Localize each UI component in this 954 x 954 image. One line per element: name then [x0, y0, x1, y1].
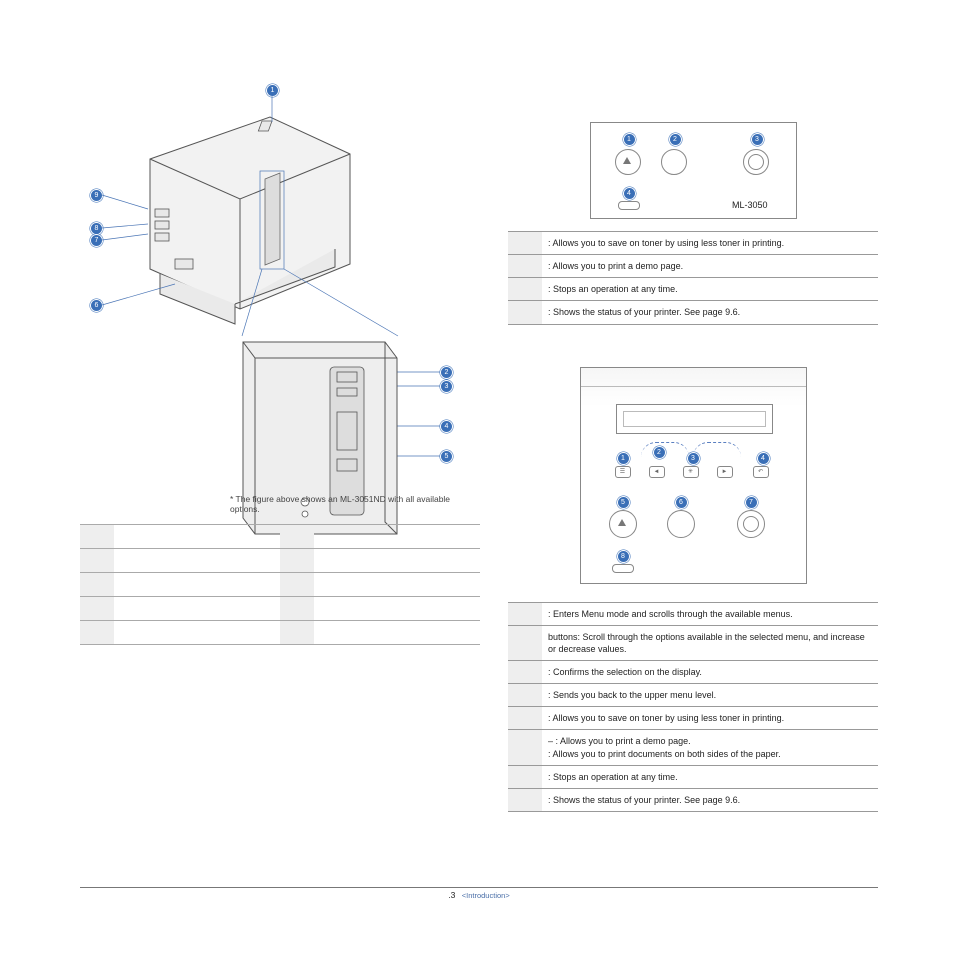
- rear-parts-table: [80, 524, 480, 645]
- status-led-icon: [612, 564, 634, 573]
- table-row: [80, 549, 480, 573]
- stop-button-icon: [743, 149, 769, 175]
- panel1-callout-4: 4: [623, 187, 636, 200]
- control-panel-ml3051: 1 2 3 4 5 6 7 8 ☰ ◄ ✳ ► ↶: [580, 367, 807, 584]
- zoom-callout-4: 4: [440, 420, 453, 433]
- table-row: : Confirms the selection on the display.: [508, 660, 878, 683]
- stop-button-icon: [737, 510, 765, 538]
- panel2-callout-8: 8: [617, 550, 630, 563]
- rear-view-diagram: 1 9 8 7 6: [80, 74, 470, 514]
- table-row: [80, 621, 480, 645]
- ok-button-icon: ✳: [683, 466, 699, 478]
- panel2-callout-5: 5: [617, 496, 630, 509]
- panel2-callout-4: 4: [757, 452, 770, 465]
- table-row: [80, 525, 480, 549]
- table-row: buttons: Scroll through the options avai…: [508, 625, 878, 660]
- section-label: <Introduction>: [462, 891, 510, 900]
- table-row: : Allows you to save on toner by using l…: [508, 232, 878, 255]
- toner-save-button-icon: [615, 149, 641, 175]
- left-column: 1 9 8 7 6: [80, 74, 470, 514]
- control-panel-ml3050: 1 2 3 4 ML-3050: [590, 122, 797, 219]
- scroll-right-button-icon: ►: [717, 466, 733, 478]
- manual-page: 1 9 8 7 6: [0, 0, 954, 954]
- table-row: : Allows you to save on toner by using l…: [508, 707, 878, 730]
- model-label: ML-3050: [732, 200, 768, 210]
- nav-arc-right: [693, 442, 741, 457]
- status-led-icon: [618, 201, 640, 210]
- table-row: – : Allows you to print a demo page. : A…: [508, 730, 878, 765]
- diagram-caption: The figure above shows an ML-3051ND with…: [230, 494, 460, 514]
- control-panel-1-table: : Allows you to save on toner by using l…: [508, 231, 878, 325]
- zoom-callout-2: 2: [440, 366, 453, 379]
- scroll-left-button-icon: ◄: [649, 466, 665, 478]
- table-row: : Shows the status of your printer. See …: [508, 788, 878, 811]
- table-row: : Sends you back to the upper menu level…: [508, 684, 878, 707]
- table-row: : Stops an operation at any time.: [508, 278, 878, 301]
- table-row: : Shows the status of your printer. See …: [508, 301, 878, 324]
- table-row: : Allows you to print a demo page.: [508, 255, 878, 278]
- toner-save-button-icon: [609, 510, 637, 538]
- demo-button-icon: [661, 149, 687, 175]
- panel2-callout-7: 7: [745, 496, 758, 509]
- table-row: [80, 597, 480, 621]
- zoom-callout-5: 5: [440, 450, 453, 463]
- back-button-icon: ↶: [753, 466, 769, 478]
- zoom-callout-3: 3: [440, 380, 453, 393]
- table-row: : Enters Menu mode and scrolls through t…: [508, 602, 878, 625]
- right-column: 1 2 3 4 ML-3050 : Allows you to save on …: [508, 122, 878, 812]
- control-panel-2-table: : Enters Menu mode and scrolls through t…: [508, 602, 878, 812]
- lcd-display-icon: [616, 404, 773, 434]
- panel1-callout-2: 2: [669, 133, 682, 146]
- table-row: [80, 573, 480, 597]
- panel1-callout-1: 1: [623, 133, 636, 146]
- page-number: .3: [448, 890, 455, 900]
- panel2-callout-1: 1: [617, 452, 630, 465]
- panel2-callout-3: 3: [687, 452, 700, 465]
- demo-duplex-button-icon: [667, 510, 695, 538]
- page-footer: .3 <Introduction>: [80, 887, 878, 900]
- panel2-callout-6: 6: [675, 496, 688, 509]
- table-row: : Stops an operation at any time.: [508, 765, 878, 788]
- panel1-callout-3: 3: [751, 133, 764, 146]
- menu-button-icon: ☰: [615, 466, 631, 478]
- panel2-callout-2: 2: [653, 446, 666, 459]
